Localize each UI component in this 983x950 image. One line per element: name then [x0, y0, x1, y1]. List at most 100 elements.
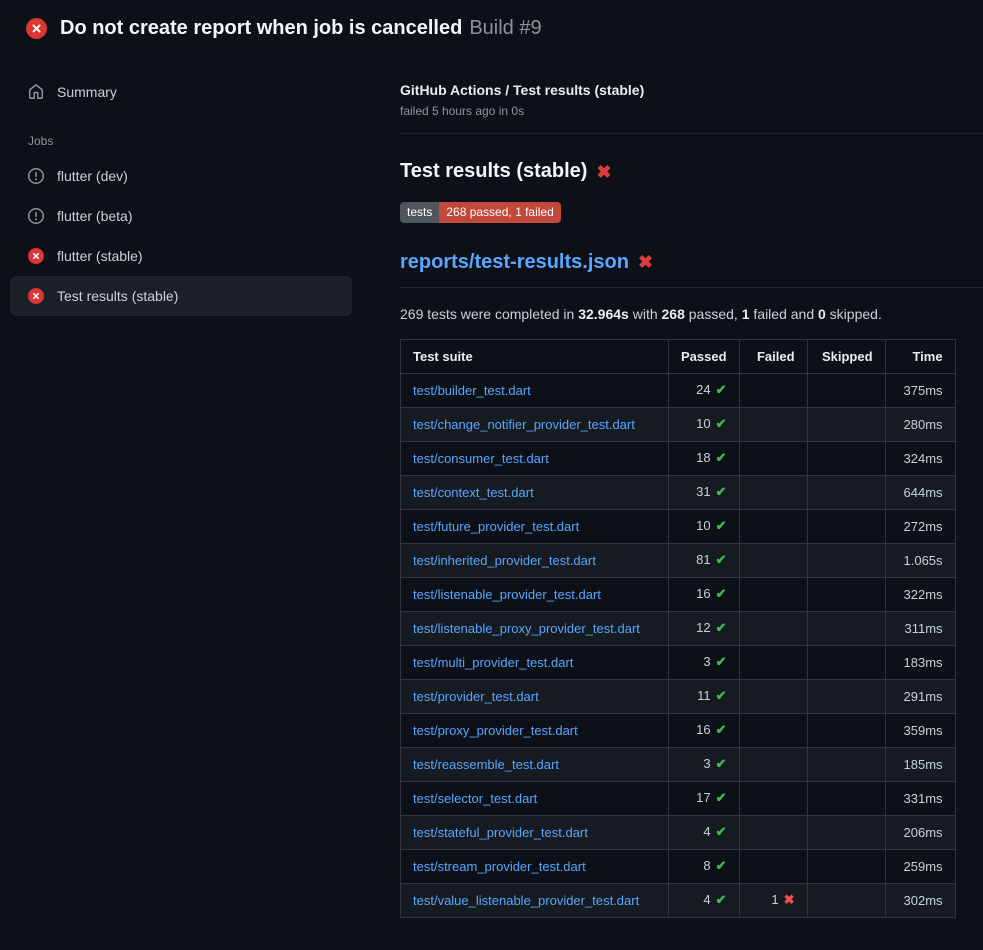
section-title: Test results (stable): [400, 160, 587, 183]
skipped-cell: [807, 373, 885, 407]
x-circle-icon: [28, 248, 44, 264]
tests-badge: tests 268 passed, 1 failed: [400, 202, 561, 223]
table-row: test/stateful_provider_test.dart4✔206ms: [401, 815, 956, 849]
table-row: test/listenable_provider_test.dart16✔322…: [401, 577, 956, 611]
time-cell: 375ms: [885, 373, 955, 407]
suite-cell: test/listenable_proxy_provider_test.dart: [401, 611, 669, 645]
sidebar-item-job[interactable]: flutter (beta): [10, 196, 352, 236]
time-cell: 322ms: [885, 577, 955, 611]
failed-cell: 1✖: [739, 883, 807, 917]
run-title: Do not create report when job is cancell…: [60, 17, 462, 39]
test-suite-link[interactable]: test/context_test.dart: [413, 485, 534, 500]
passed-cell: 4✔: [669, 883, 740, 917]
failed-cell: [739, 645, 807, 679]
summary-failed: 1: [742, 306, 750, 322]
skipped-cell: [807, 679, 885, 713]
skipped-cell: [807, 815, 885, 849]
x-circle-icon: [26, 18, 47, 39]
test-suite-link[interactable]: test/proxy_provider_test.dart: [413, 723, 578, 738]
table-row: test/selector_test.dart 17✔ 331ms: [401, 781, 956, 815]
skipped-cell: [807, 883, 885, 917]
test-suite-link[interactable]: test/stateful_provider_test.dart: [413, 825, 588, 840]
time-cell: 259ms: [885, 849, 955, 883]
check-icon: ✔: [716, 756, 727, 771]
column-header: Passed: [669, 339, 740, 373]
skipped-cell: [807, 475, 885, 509]
passed-cell: 10✔: [669, 509, 740, 543]
suite-cell: test/multi_provider_test.dart: [401, 645, 669, 679]
passed-cell: 16✔: [669, 713, 740, 747]
build-number: Build #9: [469, 17, 541, 39]
jobs-section-label: Jobs: [28, 134, 352, 148]
table-row: test/future_provider_test.dart 10✔ 272ms: [401, 509, 956, 543]
sidebar-item-label: Test results (stable): [57, 288, 178, 304]
suite-cell: test/future_provider_test.dart: [401, 509, 669, 543]
page-title: Do not create report when job is cancell…: [60, 17, 542, 40]
passed-cell: 17✔: [669, 781, 740, 815]
time-cell: 280ms: [885, 407, 955, 441]
failed-cell: [739, 611, 807, 645]
test-suite-link[interactable]: test/future_provider_test.dart: [413, 519, 579, 534]
test-suite-link[interactable]: test/selector_test.dart: [413, 791, 537, 806]
failed-cell: [739, 373, 807, 407]
badge-label: tests: [400, 202, 439, 223]
time-cell: 272ms: [885, 509, 955, 543]
column-header: Failed: [739, 339, 807, 373]
sidebar-item-job[interactable]: flutter (dev): [10, 156, 352, 196]
sidebar-item-summary[interactable]: Summary: [10, 72, 352, 112]
test-suite-link[interactable]: test/consumer_test.dart: [413, 451, 549, 466]
column-header: Skipped: [807, 339, 885, 373]
check-icon: ✔: [716, 654, 727, 669]
suite-cell: test/context_test.dart: [401, 475, 669, 509]
passed-cell: 12✔: [669, 611, 740, 645]
passed-cell: 3✔: [669, 645, 740, 679]
test-suite-link[interactable]: test/value_listenable_provider_test.dart: [413, 893, 639, 908]
test-suite-link[interactable]: test/multi_provider_test.dart: [413, 655, 573, 670]
test-suite-link[interactable]: test/change_notifier_provider_test.dart: [413, 417, 635, 432]
time-cell: 291ms: [885, 679, 955, 713]
summary-skipped: 0: [818, 306, 826, 322]
suite-cell: test/listenable_provider_test.dart: [401, 577, 669, 611]
skipped-cell: [807, 713, 885, 747]
x-icon: ✖: [784, 892, 795, 907]
suite-cell: test/reassemble_test.dart: [401, 747, 669, 781]
table-row: test/builder_test.dart24✔375ms: [401, 373, 956, 407]
report-file-link[interactable]: reports/test-results.json: [400, 251, 629, 274]
time-cell: 644ms: [885, 475, 955, 509]
run-status-line: failed 5 hours ago in 0s: [400, 104, 983, 118]
cross-mark-icon: ✖: [638, 253, 653, 271]
home-icon: [28, 84, 44, 100]
table-row: test/change_notifier_provider_test.dart 1…: [401, 407, 956, 441]
passed-cell: 8✔: [669, 849, 740, 883]
test-suite-link[interactable]: test/provider_test.dart: [413, 689, 539, 704]
test-suite-link[interactable]: test/builder_test.dart: [413, 383, 531, 398]
failed-cell: [739, 441, 807, 475]
table-header-row: Test suitePassedFailedSkippedTime: [401, 339, 956, 373]
table-row: test/reassemble_test.dart3✔185ms: [401, 747, 956, 781]
x-circle-icon: [28, 288, 44, 304]
skipped-cell: [807, 645, 885, 679]
time-cell: 331ms: [885, 781, 955, 815]
sidebar-item-job[interactable]: flutter (stable): [10, 236, 352, 276]
sidebar-item-job[interactable]: Test results (stable): [10, 276, 352, 316]
test-suite-link[interactable]: test/reassemble_test.dart: [413, 757, 559, 772]
suite-cell: test/builder_test.dart: [401, 373, 669, 407]
skipped-cell: [807, 781, 885, 815]
check-icon: ✔: [716, 858, 727, 873]
suite-cell: test/selector_test.dart: [401, 781, 669, 815]
check-icon: ✔: [716, 484, 727, 499]
cross-mark-icon: ✖: [596, 163, 611, 181]
test-suite-link[interactable]: test/stream_provider_test.dart: [413, 859, 586, 874]
test-suite-link[interactable]: test/listenable_provider_test.dart: [413, 587, 601, 602]
passed-cell: 31✔: [669, 475, 740, 509]
time-cell: 1.065s: [885, 543, 955, 577]
passed-cell: 10✔: [669, 407, 740, 441]
page-header: Do not create report when job is cancell…: [0, 0, 983, 54]
test-suite-link[interactable]: test/inherited_provider_test.dart: [413, 553, 596, 568]
failed-cell: [739, 543, 807, 577]
test-suite-link[interactable]: test/listenable_proxy_provider_test.dart: [413, 621, 640, 636]
check-icon: ✔: [716, 824, 727, 839]
failed-cell: [739, 713, 807, 747]
sidebar: Summary Jobs flutter (dev)flutter (beta)…: [0, 54, 368, 316]
check-icon: ✔: [716, 586, 727, 601]
